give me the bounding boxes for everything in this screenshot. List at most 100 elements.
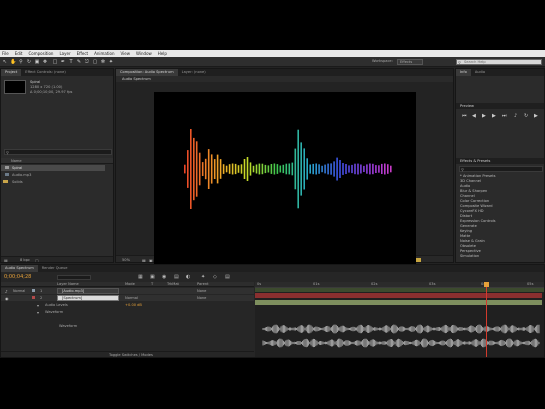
grid-icon[interactable]: ▦ [142,258,146,262]
list-item[interactable]: Audio.mp3 [1,172,105,178]
first-frame-icon[interactable]: ⏮ [462,113,467,119]
auto-keyframe-icon[interactable]: ◇ [213,274,217,280]
draft-3d-icon[interactable]: ▣ [150,274,155,280]
tab-audio[interactable]: Audio [471,69,489,76]
column-header-t[interactable]: T [151,282,153,286]
column-header-layer-name[interactable]: Layer Name [57,282,79,286]
zoom-dropdown[interactable]: 50% [122,258,130,262]
eraser-tool-icon[interactable]: ▢ [92,59,98,65]
frame-blending-icon[interactable]: ▤ [174,274,179,280]
eye-visibility-icon[interactable]: ◉ [5,296,9,301]
effects-search-input[interactable]: ⚲ [459,166,543,172]
expand-triangle-icon[interactable]: ▾ [37,310,39,315]
playhead-line[interactable] [486,282,487,357]
ram-preview-icon[interactable]: ▶ [534,113,538,119]
rectangle-tool-icon[interactable]: □ [52,59,58,65]
brainstorm-icon[interactable]: ✦ [201,274,205,280]
effect-category-item[interactable]: Color Correction [460,199,489,203]
current-time-indicator-handle[interactable] [484,282,489,287]
effect-category-item[interactable]: Obsolete [460,244,476,248]
hide-shy-layers-icon[interactable]: ◉ [162,274,166,280]
tab-info[interactable]: Info [456,69,471,76]
work-area-bar[interactable] [255,288,544,292]
effect-category-item[interactable]: Noise & Grain [460,239,485,243]
tab-render-queue[interactable]: Render Queue [38,265,72,272]
table-row[interactable]: ◉ 2 [Spectrum] Normal None [1,295,254,301]
effect-category-item[interactable]: Expression Controls [460,219,496,223]
interpret-footage-icon[interactable]: ▦ [4,258,8,262]
effect-category-item[interactable]: * Animation Presets [460,174,495,178]
audio-levels-value[interactable]: +0.00 dB [125,303,142,307]
fast-preview-icon[interactable] [416,258,421,262]
tab-composition[interactable]: Composition: Audio Spectrum [116,69,178,76]
tab-timeline-audio-spectrum[interactable]: Audio Spectrum [1,265,38,272]
audio-toggle-icon[interactable]: ♪ [5,289,8,294]
effect-category-item[interactable]: Audio [460,184,470,188]
tab-effect-controls[interactable]: Effect Controls: (none) [21,69,69,76]
column-header-parent[interactable]: Parent [197,282,209,286]
effect-category-item[interactable]: Perspective [460,249,481,253]
effect-category-item[interactable]: Blur & Sharpen [460,189,487,193]
roto-brush-tool-icon[interactable]: ✻ [100,59,106,65]
timeline-current-time[interactable]: 0;00;04;28 [4,274,31,280]
effect-category-item[interactable]: CycoreFX HD [460,209,484,213]
layer-name-field[interactable]: [Spectrum] [57,295,119,301]
bit-depth-label[interactable]: 8 bpc [20,258,30,262]
puppet-tool-icon[interactable]: ✦ [108,59,114,65]
column-header-name[interactable]: Name [11,159,22,163]
zoom-tool-icon[interactable]: ⚲ [18,59,24,65]
tab-project[interactable]: Project [1,69,22,76]
effect-category-item[interactable]: Keying [460,229,472,233]
effect-category-item[interactable]: Matte [460,234,470,238]
mute-audio-icon[interactable]: ♪ [514,113,517,119]
layer-label-color[interactable] [32,296,35,299]
layer-name-field[interactable]: [Audio.mp3] [57,288,119,294]
layer-parent[interactable]: None [197,296,206,300]
menu-item-window[interactable]: Window [136,51,152,56]
menu-item-animation[interactable]: Animation [94,51,114,56]
trash-icon[interactable]: ▢ [35,258,39,262]
graph-editor-icon[interactable]: ▤ [225,274,230,280]
clone-tool-icon[interactable]: ⎋ [84,59,90,65]
layer-mode[interactable]: Normal [125,296,138,300]
project-search-input[interactable]: ⚲ [4,149,112,155]
comp-mini-flowchart-icon[interactable]: ▦ [138,274,143,280]
camera-snapshot-icon[interactable]: ▣ [149,258,153,262]
tab-effects-presets[interactable]: Effects & Presets [460,159,490,163]
menu-item-effect[interactable]: Effect [77,51,89,56]
play-icon[interactable]: ▶ [482,113,486,119]
expand-triangle-icon[interactable]: ▾ [37,303,39,308]
menu-item-view[interactable]: View [121,51,131,56]
table-row[interactable]: ♪ 1 [Audio.mp3] None [1,288,254,294]
effect-category-item[interactable]: Distort [460,214,472,218]
loop-icon[interactable]: ↻ [524,113,528,119]
column-header-trkmat[interactable]: TrkMat [167,282,179,286]
layer-bar-spectrum[interactable] [255,300,542,305]
hand-tool-icon[interactable]: ✋ [10,59,16,65]
workspace-dropdown[interactable]: Effects [397,59,423,65]
layer-mode[interactable]: Normal [13,289,25,293]
effect-category-item[interactable]: 3D Channel [460,179,481,183]
tab-layer[interactable]: Layer: (none) [178,69,210,76]
effect-category-item[interactable]: Simulation [460,254,479,258]
menu-item-composition[interactable]: Composition [28,51,53,56]
composition-viewer[interactable] [154,92,416,288]
search-help-input[interactable]: ⚲ Search Help [456,59,542,65]
timeline-search-input[interactable] [57,275,91,280]
last-frame-icon[interactable]: ⏭ [502,113,507,119]
layer-bar-audio[interactable] [255,293,542,298]
menu-item-file[interactable]: File [2,51,9,56]
layer-label-color[interactable] [32,289,35,292]
next-frame-icon[interactable]: ▶ [492,113,496,119]
toggle-switches-modes[interactable]: Toggle Switches / Modes [109,353,153,357]
menu-item-edit[interactable]: Edit [15,51,23,56]
brush-tool-icon[interactable]: ✎ [76,59,82,65]
rotate-tool-icon[interactable]: ↻ [26,59,32,65]
menu-item-layer[interactable]: Layer [59,51,70,56]
menu-item-help[interactable]: Help [158,51,167,56]
text-tool-icon[interactable]: T [68,59,74,65]
prev-frame-icon[interactable]: ◀ [472,113,476,119]
effect-category-item[interactable]: Generate [460,224,477,228]
timeline-track-area[interactable]: 0s 01s 02s 03s 04s 05s [255,282,544,357]
motion-blur-icon[interactable]: ◐ [186,274,190,280]
